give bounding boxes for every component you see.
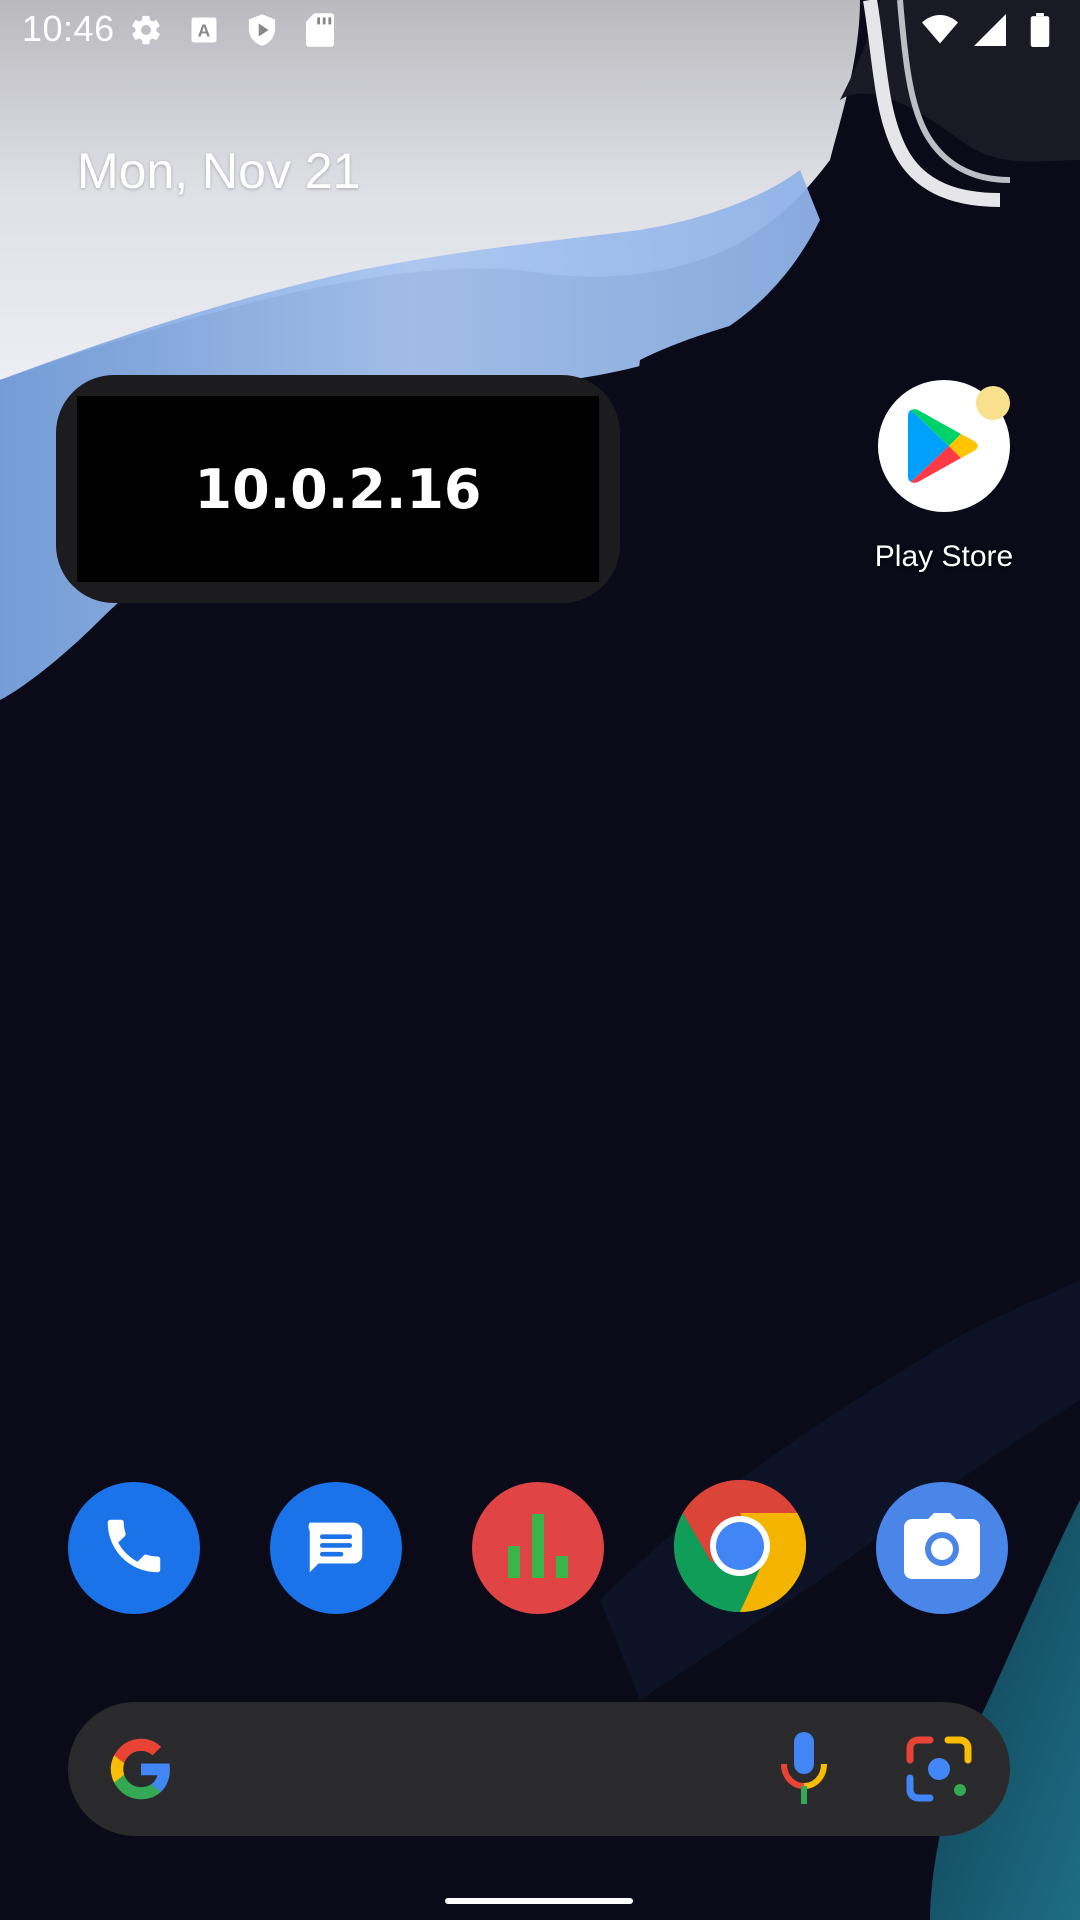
shield-play-icon bbox=[244, 12, 280, 48]
settings-icon bbox=[128, 12, 164, 48]
dock-phone[interactable] bbox=[68, 1482, 200, 1614]
wallpaper bbox=[0, 0, 1080, 1920]
status-bar: 10:46 A bbox=[0, 0, 1080, 64]
google-lens-icon[interactable] bbox=[904, 1734, 974, 1804]
dock-chrome[interactable] bbox=[673, 1479, 807, 1617]
wifi-icon bbox=[922, 12, 958, 48]
chrome-icon bbox=[673, 1479, 807, 1617]
bar-chart-icon bbox=[498, 1506, 578, 1591]
camera-icon bbox=[904, 1512, 980, 1584]
ip-address-widget[interactable]: 10.0.2.16 bbox=[56, 375, 620, 603]
status-time: 10:46 bbox=[22, 8, 115, 49]
date-text[interactable]: Mon, Nov 21 bbox=[77, 142, 360, 200]
cell-signal-icon bbox=[972, 12, 1008, 48]
app-play-store[interactable]: Play Store bbox=[860, 380, 1028, 574]
ip-widget-inner: 10.0.2.16 bbox=[77, 396, 599, 582]
app-label: Play Store bbox=[874, 540, 1014, 573]
phone-icon bbox=[99, 1511, 169, 1586]
dock-messages[interactable] bbox=[270, 1482, 402, 1614]
font-a-icon: A bbox=[186, 12, 222, 48]
play-store-icon bbox=[878, 380, 1010, 512]
svg-text:A: A bbox=[198, 20, 211, 40]
gesture-nav-handle[interactable] bbox=[445, 1898, 633, 1904]
dock-camera[interactable] bbox=[876, 1482, 1008, 1614]
microphone-icon[interactable] bbox=[776, 1732, 832, 1806]
notification-dot bbox=[976, 386, 1010, 420]
ip-address-text: 10.0.2.16 bbox=[194, 457, 482, 521]
messages-icon bbox=[301, 1511, 371, 1586]
battery-icon bbox=[1022, 12, 1058, 48]
google-g-icon bbox=[108, 1736, 174, 1802]
dock-stats[interactable] bbox=[472, 1482, 604, 1614]
google-search-bar[interactable] bbox=[68, 1702, 1010, 1836]
sd-card-icon bbox=[302, 12, 338, 48]
